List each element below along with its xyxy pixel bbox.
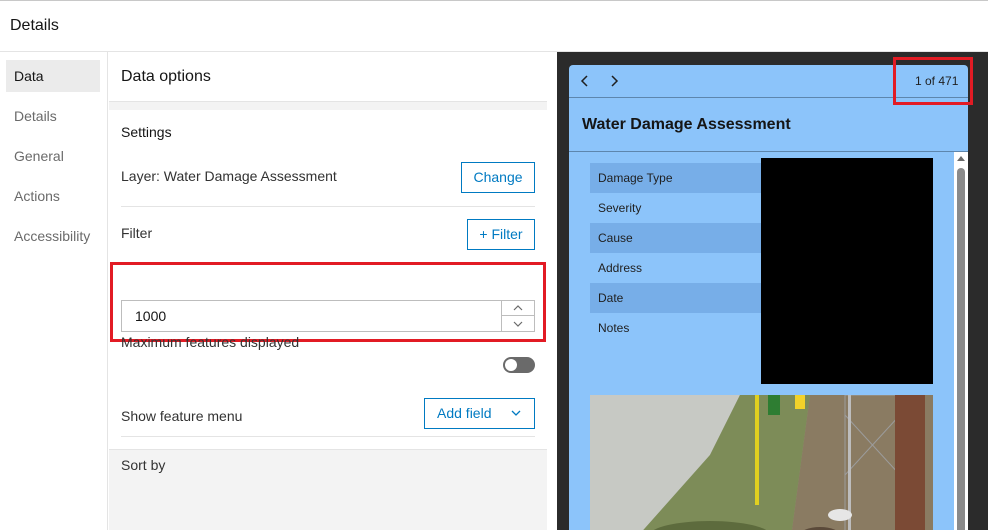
filter-label: Filter bbox=[121, 225, 153, 241]
decrement-button[interactable] bbox=[502, 316, 534, 331]
details-header: Details bbox=[0, 0, 988, 52]
sort-by-label: Sort by bbox=[121, 457, 166, 473]
show-menu-toggle[interactable] bbox=[503, 357, 535, 373]
redacted-values bbox=[761, 158, 933, 384]
divider bbox=[121, 206, 535, 207]
increment-button[interactable] bbox=[502, 301, 534, 316]
panel-title: Data options bbox=[121, 68, 211, 85]
max-features-value: 1000 bbox=[135, 308, 167, 324]
left-nav: Data Details General Actions Accessibili… bbox=[0, 52, 108, 530]
layer-label: Layer: Water Damage Assessment bbox=[121, 168, 337, 184]
change-layer-button[interactable]: Change bbox=[461, 162, 535, 193]
divider bbox=[121, 436, 535, 437]
popup-title: Water Damage Assessment bbox=[582, 116, 791, 133]
field-row: Cause bbox=[590, 223, 762, 253]
popup-separator bbox=[569, 151, 968, 152]
settings-title: Settings bbox=[121, 124, 172, 140]
field-row: Address bbox=[598, 261, 643, 275]
show-menu-label: Show feature menu bbox=[121, 408, 243, 424]
data-options-panel: Data options Settings Layer: Water Damag… bbox=[109, 52, 547, 530]
chevron-down-icon bbox=[513, 321, 523, 327]
add-filter-button[interactable]: + Filter bbox=[467, 219, 535, 250]
max-features-input[interactable]: 1000 bbox=[121, 300, 535, 332]
photo-image bbox=[590, 395, 933, 530]
toggle-knob bbox=[505, 359, 517, 371]
nav-item-details[interactable]: Details bbox=[6, 100, 100, 132]
field-row: Severity bbox=[598, 201, 642, 215]
chevron-up-icon bbox=[513, 305, 523, 311]
nav-item-data[interactable]: Data bbox=[6, 60, 100, 92]
nav-item-actions[interactable]: Actions bbox=[6, 180, 100, 212]
popup-preview: 1 of 471 Water Damage Assessment Damage … bbox=[557, 52, 988, 530]
add-field-label: Add field bbox=[437, 405, 492, 421]
chevron-down-icon bbox=[511, 410, 521, 416]
settings-card: Settings Layer: Water Damage Assessment … bbox=[109, 110, 547, 473]
scroll-thumb[interactable] bbox=[957, 168, 965, 530]
popup-nav-bar: 1 of 471 bbox=[569, 57, 973, 105]
nav-item-general[interactable]: General bbox=[6, 140, 100, 172]
header-title: Details bbox=[10, 17, 59, 34]
stepper bbox=[501, 301, 534, 331]
highlight-box bbox=[893, 57, 973, 105]
scroll-up-arrow-icon[interactable] bbox=[956, 154, 966, 164]
chevron-right-icon[interactable] bbox=[604, 71, 624, 91]
field-row: Date bbox=[590, 283, 762, 313]
attachment-photo bbox=[590, 395, 933, 530]
field-row: Notes bbox=[598, 321, 630, 335]
add-field-button[interactable]: Add field bbox=[424, 398, 535, 429]
panel-title-bar: Data options bbox=[109, 52, 547, 102]
nav-item-accessibility[interactable]: Accessibility bbox=[6, 220, 100, 252]
max-features-label: Maximum features displayed bbox=[121, 334, 300, 350]
popup-scrollbar[interactable] bbox=[954, 152, 968, 530]
chevron-left-icon[interactable] bbox=[575, 71, 595, 91]
popup-card: 1 of 471 Water Damage Assessment Damage … bbox=[569, 57, 973, 530]
field-row: Damage Type bbox=[590, 163, 762, 193]
